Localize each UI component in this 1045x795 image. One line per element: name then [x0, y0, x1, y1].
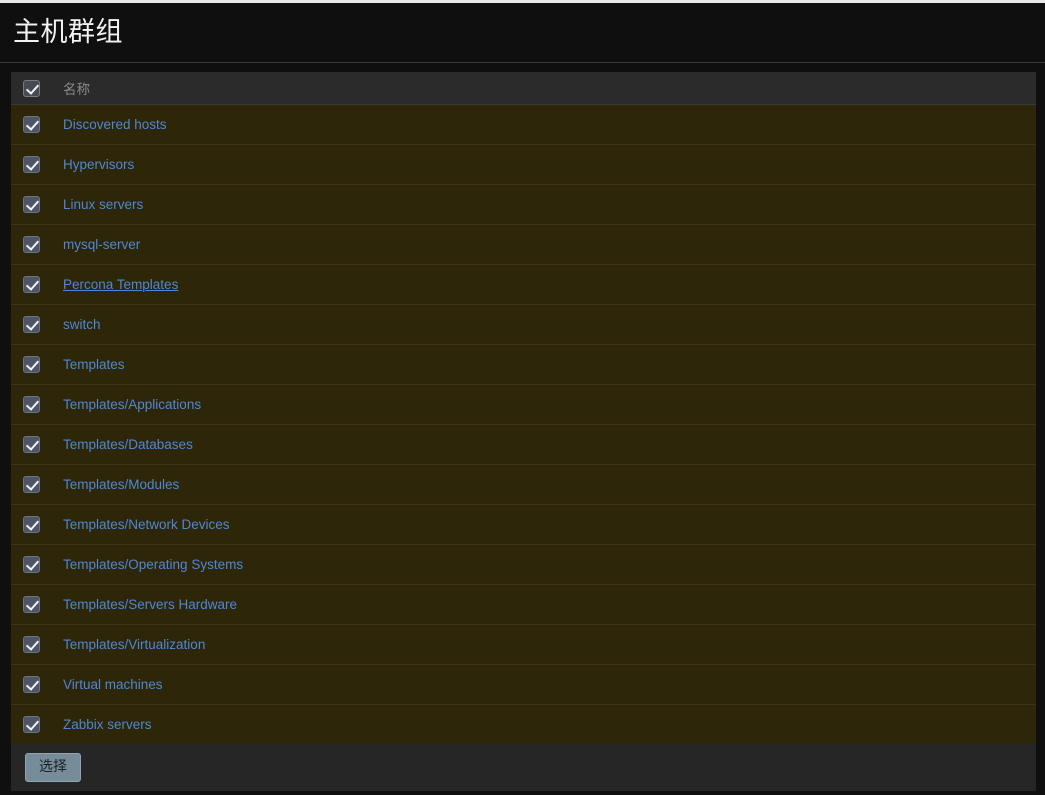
row-checkbox-cell — [11, 144, 63, 185]
host-group-link[interactable]: switch — [63, 317, 101, 332]
row-checkbox-cell — [11, 104, 63, 145]
table-row[interactable]: Hypervisors — [11, 144, 1036, 185]
select-all-header-cell — [11, 72, 63, 105]
host-groups-dialog: 主机群组 名称 Discovered hosts Hypervisors Linux… — [0, 3, 1045, 795]
table-row[interactable]: Templates/Applications — [11, 384, 1036, 425]
table-row[interactable]: mysql-server — [11, 224, 1036, 265]
row-name-cell: Templates/Databases — [63, 424, 1036, 465]
row-name-cell: Templates/Operating Systems — [63, 544, 1036, 585]
row-checkbox-cell — [11, 624, 63, 665]
row-checkbox[interactable] — [23, 195, 40, 213]
row-name-cell: Templates — [63, 344, 1036, 385]
row-checkbox-cell — [11, 384, 63, 425]
name-column-header-label: 名称 — [63, 82, 90, 97]
host-group-link[interactable]: Templates/Operating Systems — [63, 557, 243, 572]
host-group-link[interactable]: Hypervisors — [63, 157, 134, 172]
row-name-cell: Hypervisors — [63, 144, 1036, 185]
row-checkbox[interactable] — [23, 515, 40, 533]
table-row[interactable]: Templates/Operating Systems — [11, 544, 1036, 585]
row-checkbox[interactable] — [23, 435, 40, 453]
table-row[interactable]: Discovered hosts — [11, 104, 1036, 145]
table-row[interactable]: Percona Templates — [11, 264, 1036, 305]
table-head: 名称 — [11, 72, 1036, 105]
row-checkbox-cell — [11, 504, 63, 545]
row-checkbox[interactable] — [23, 555, 40, 573]
host-group-link[interactable]: Linux servers — [63, 197, 143, 212]
host-group-link[interactable]: Percona Templates — [63, 277, 178, 292]
row-checkbox-cell — [11, 424, 63, 465]
host-group-link[interactable]: Templates/Network Devices — [63, 517, 230, 532]
host-group-link[interactable]: Zabbix servers — [63, 717, 152, 732]
row-checkbox[interactable] — [23, 235, 40, 253]
row-name-cell: Percona Templates — [63, 264, 1036, 305]
host-group-table-container: 名称 Discovered hosts Hypervisors Linux serv… — [11, 72, 1036, 744]
row-name-cell: Zabbix servers — [63, 705, 1036, 745]
row-checkbox-cell — [11, 264, 63, 305]
table-row[interactable]: Templates/Databases — [11, 424, 1036, 465]
row-name-cell: Templates/Network Devices — [63, 504, 1036, 545]
table-row[interactable]: Templates/Network Devices — [11, 504, 1036, 545]
row-checkbox[interactable] — [23, 595, 40, 613]
table-row[interactable]: switch — [11, 304, 1036, 345]
row-checkbox[interactable] — [23, 115, 40, 133]
row-checkbox-cell — [11, 544, 63, 585]
row-checkbox[interactable] — [23, 395, 40, 413]
host-group-link[interactable]: Templates/Virtualization — [63, 637, 205, 652]
host-group-link[interactable]: Templates — [63, 357, 125, 372]
row-checkbox-cell — [11, 304, 63, 345]
row-name-cell: switch — [63, 304, 1036, 345]
host-group-link[interactable]: Discovered hosts — [63, 117, 167, 132]
host-group-link[interactable]: Virtual machines — [63, 677, 163, 692]
table-header-row: 名称 — [11, 72, 1036, 105]
row-name-cell: Discovered hosts — [63, 104, 1036, 145]
row-checkbox[interactable] — [23, 315, 40, 333]
row-checkbox[interactable] — [23, 675, 40, 693]
host-group-link[interactable]: Templates/Applications — [63, 397, 201, 412]
row-checkbox-cell — [11, 344, 63, 385]
row-checkbox[interactable] — [23, 355, 40, 373]
row-checkbox[interactable] — [23, 155, 40, 173]
table-body: Discovered hosts Hypervisors Linux servers… — [11, 104, 1036, 745]
row-name-cell: Virtual machines — [63, 664, 1036, 705]
page-title: 主机群组 — [13, 16, 123, 47]
table-row[interactable]: Templates — [11, 344, 1036, 385]
host-group-link[interactable]: Templates/Databases — [63, 437, 193, 452]
host-group-link[interactable]: Templates/Servers Hardware — [63, 597, 237, 612]
row-checkbox-cell — [11, 664, 63, 705]
row-checkbox[interactable] — [23, 475, 40, 493]
table-row[interactable]: Zabbix servers — [11, 704, 1036, 745]
table-row[interactable]: Templates/Servers Hardware — [11, 584, 1036, 625]
row-checkbox-cell — [11, 224, 63, 265]
row-checkbox[interactable] — [23, 715, 40, 733]
row-checkbox-cell — [11, 184, 63, 225]
row-name-cell: Templates/Modules — [63, 464, 1036, 505]
select-all-checkbox[interactable] — [23, 79, 40, 97]
row-name-cell: mysql-server — [63, 224, 1036, 265]
host-group-table: 名称 Discovered hosts Hypervisors Linux serv… — [11, 72, 1036, 744]
table-row[interactable]: Virtual machines — [11, 664, 1036, 705]
name-column-header[interactable]: 名称 — [63, 72, 1036, 105]
row-checkbox[interactable] — [23, 635, 40, 653]
host-group-link[interactable]: mysql-server — [63, 237, 140, 252]
select-button[interactable]: 选择 — [25, 753, 81, 782]
title-bar: 主机群组 — [0, 3, 1045, 63]
row-checkbox-cell — [11, 584, 63, 625]
row-name-cell: Linux servers — [63, 184, 1036, 225]
table-row[interactable]: Linux servers — [11, 184, 1036, 225]
table-row[interactable]: Templates/Modules — [11, 464, 1036, 505]
host-group-link[interactable]: Templates/Modules — [63, 477, 179, 492]
row-checkbox-cell — [11, 705, 63, 745]
dialog-footer: 选择 — [11, 744, 1036, 791]
row-name-cell: Templates/Servers Hardware — [63, 584, 1036, 625]
row-checkbox-cell — [11, 464, 63, 505]
table-row[interactable]: Templates/Virtualization — [11, 624, 1036, 665]
row-name-cell: Templates/Virtualization — [63, 624, 1036, 665]
row-checkbox[interactable] — [23, 275, 40, 293]
row-name-cell: Templates/Applications — [63, 384, 1036, 425]
